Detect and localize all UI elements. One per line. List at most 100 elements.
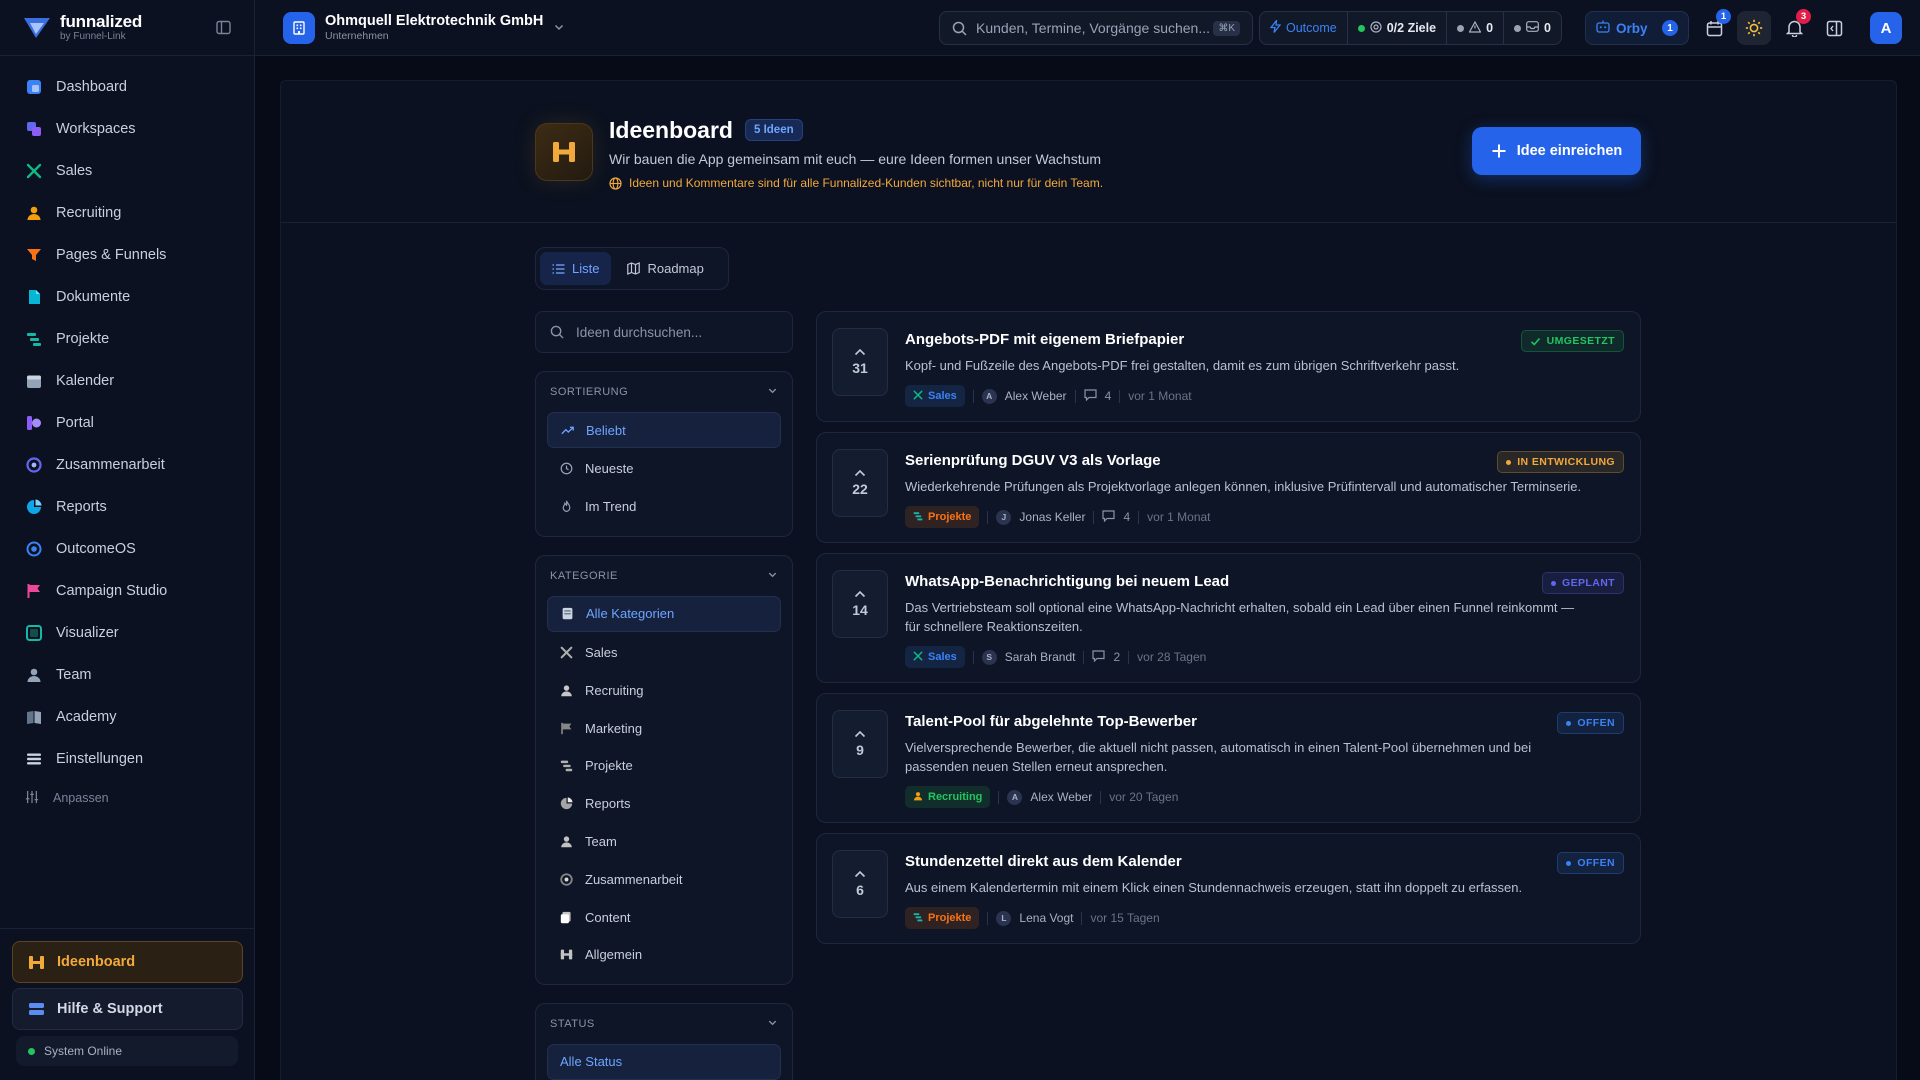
category-option-alle-kategorien[interactable]: Alle Kategorien	[547, 595, 781, 632]
outcome-label: Outcome	[1286, 21, 1337, 35]
sidebar-item-projekte[interactable]: Projekte	[0, 318, 254, 360]
category-option-projekte[interactable]: Projekte	[547, 747, 781, 785]
sidebar-item-pages-funnels[interactable]: Pages & Funnels	[0, 234, 254, 276]
sidebar-item-outcomeos[interactable]: OutcomeOS	[0, 528, 254, 570]
messages-count: 0	[1544, 21, 1551, 35]
category-option-team[interactable]: Team	[547, 823, 781, 861]
brand: funnalized by Funnel-Link	[0, 0, 254, 56]
sidebar-item-dokumente[interactable]: Dokumente	[0, 276, 254, 318]
idea-title[interactable]: Stundenzettel direkt aus dem Kalender	[905, 853, 1624, 870]
map-icon	[627, 262, 641, 275]
sidebar-collapse-icon[interactable]	[214, 19, 232, 37]
idea-card[interactable]: 31 UMGESETZT Angebots-PDF mit eigenem Brie…	[816, 311, 1641, 422]
category-tag: Sales	[905, 385, 965, 407]
ideas-search-input[interactable]: Ideen durchsuchen...	[535, 311, 793, 353]
idea-card[interactable]: 14 GEPLANT WhatsApp-Benachrichtigung bei n…	[816, 553, 1641, 683]
check-icon	[1530, 337, 1540, 346]
meta-separator	[972, 650, 974, 664]
idea-description: Kopf- und Fußzeile des Angebots-PDF frei…	[905, 358, 1460, 373]
user-avatar[interactable]: A	[1870, 12, 1902, 44]
customize-label: Anpassen	[53, 791, 109, 805]
company-building-icon	[283, 11, 315, 44]
meta-separator	[1083, 650, 1085, 664]
sliders-icon	[25, 790, 41, 806]
sidebar-item-kalender[interactable]: Kalender	[0, 360, 254, 402]
meta-separator	[1093, 510, 1095, 524]
chevron-up-icon	[854, 870, 866, 878]
author-avatar: L	[996, 910, 1012, 926]
sidebar-item-recruiting[interactable]: Recruiting	[0, 192, 254, 234]
sort-filter-header[interactable]: SORTIERUNG	[547, 372, 781, 412]
status-filter-header[interactable]: STATUS	[547, 1004, 781, 1044]
warnings-button[interactable]: 0	[1446, 12, 1503, 44]
sidebar-item-reports[interactable]: Reports	[0, 486, 254, 528]
projects-icon	[913, 912, 923, 925]
tab-list[interactable]: Liste	[540, 252, 612, 285]
sort-heading: SORTIERUNG	[550, 386, 629, 398]
category-option-content[interactable]: Content	[547, 898, 781, 936]
workspaces-icon	[25, 120, 43, 138]
help-support-button[interactable]: Hilfe & Support	[12, 988, 243, 1030]
panel-toggle-button[interactable]	[1817, 11, 1851, 45]
category-option-allgemein[interactable]: Allgemein	[547, 936, 781, 974]
upvote-button[interactable]: 9	[832, 710, 888, 778]
idea-card[interactable]: 22 IN ENTWICKLUNG Serienprüfung DGUV V3 al…	[816, 432, 1641, 543]
outcome-button[interactable]: Outcome	[1260, 12, 1347, 44]
sidebar-item-dashboard[interactable]: Dashboard	[0, 66, 254, 108]
notifications-button[interactable]: 3	[1777, 9, 1811, 45]
sort-option-im-trend[interactable]: Im Trend	[547, 488, 781, 526]
sidebar-item-campaign-studio[interactable]: Campaign Studio	[0, 570, 254, 612]
idea-title[interactable]: Talent-Pool für abgelehnte Top-Bewerber	[905, 713, 1624, 730]
status-filter-card: STATUS Alle Status	[535, 1002, 793, 1080]
sort-option-beliebt[interactable]: Beliebt	[547, 412, 781, 448]
status-dot-icon	[28, 1047, 35, 1055]
sidebar-item-label: Portal	[56, 415, 94, 431]
chevron-down-icon	[767, 569, 778, 583]
messages-button[interactable]: 0	[1503, 12, 1561, 44]
dashboard-icon	[25, 78, 43, 96]
company-switcher[interactable]: Ohmquell Elektrotechnik GmbH Unternehmen	[283, 11, 565, 44]
category-tag: Projekte	[905, 907, 980, 929]
upvote-button[interactable]: 31	[832, 328, 888, 396]
sidebar-item-label: Reports	[56, 499, 107, 515]
sidebar-item-sales[interactable]: Sales	[0, 150, 254, 192]
category-option-sales[interactable]: Sales	[547, 634, 781, 672]
ideenboard-button[interactable]: Ideenboard	[12, 941, 243, 983]
idea-card[interactable]: 6 OFFEN Stundenzettel direkt aus dem Kalen…	[816, 833, 1641, 944]
upvote-button[interactable]: 6	[832, 850, 888, 918]
comment-count: 2	[1113, 650, 1121, 664]
sidebar-item-workspaces[interactable]: Workspaces	[0, 108, 254, 150]
sort-option-neueste[interactable]: Neueste	[547, 450, 781, 488]
goals-button[interactable]: 0/2 Ziele	[1346, 12, 1446, 44]
company-name: Ohmquell Elektrotechnik GmbH	[325, 13, 544, 30]
submit-idea-button[interactable]: Idee einreichen	[1472, 127, 1641, 175]
category-option-marketing[interactable]: Marketing	[547, 709, 781, 747]
sidebar-item-team[interactable]: Team	[0, 654, 254, 696]
settings-icon	[25, 750, 43, 768]
global-search-input[interactable]: Kunden, Termine, Vorgänge suchen... ⌘K	[939, 11, 1253, 45]
help-icon	[27, 1000, 45, 1018]
status-option-all[interactable]: Alle Status	[547, 1043, 781, 1080]
idea-title[interactable]: WhatsApp-Benachrichtigung bei neuem Lead	[905, 573, 1624, 590]
tab-roadmap[interactable]: Roadmap	[615, 252, 715, 285]
category-option-recruiting[interactable]: Recruiting	[547, 671, 781, 709]
content-icon	[559, 910, 573, 924]
sidebar-customize[interactable]: Anpassen	[0, 780, 254, 816]
sidebar-item-label: Pages & Funnels	[56, 247, 167, 263]
upvote-button[interactable]: 22	[832, 449, 888, 517]
idea-title[interactable]: Angebots-PDF mit eigenem Briefpapier	[905, 331, 1624, 348]
category-option-reports[interactable]: Reports	[547, 785, 781, 823]
upvote-button[interactable]: 14	[832, 570, 888, 638]
idea-card[interactable]: 9 OFFEN Talent-Pool für abgelehnte Top-Bew…	[816, 693, 1641, 823]
theme-toggle-button[interactable]	[1737, 11, 1771, 45]
orby-button[interactable]: Orby 1	[1585, 11, 1689, 45]
category-filter-header[interactable]: KATEGORIE	[547, 556, 781, 596]
sidebar-item-visualizer[interactable]: Visualizer	[0, 612, 254, 654]
sidebar-item-einstellungen[interactable]: Einstellungen	[0, 738, 254, 780]
sidebar-item-zusammenarbeit[interactable]: Zusammenarbeit	[0, 444, 254, 486]
calendar-button[interactable]: 1	[1697, 9, 1731, 45]
sales-icon	[913, 651, 923, 664]
sidebar-item-portal[interactable]: Portal	[0, 402, 254, 444]
sidebar-item-academy[interactable]: Academy	[0, 696, 254, 738]
category-option-zusammenarbeit[interactable]: Zusammenarbeit	[547, 860, 781, 898]
